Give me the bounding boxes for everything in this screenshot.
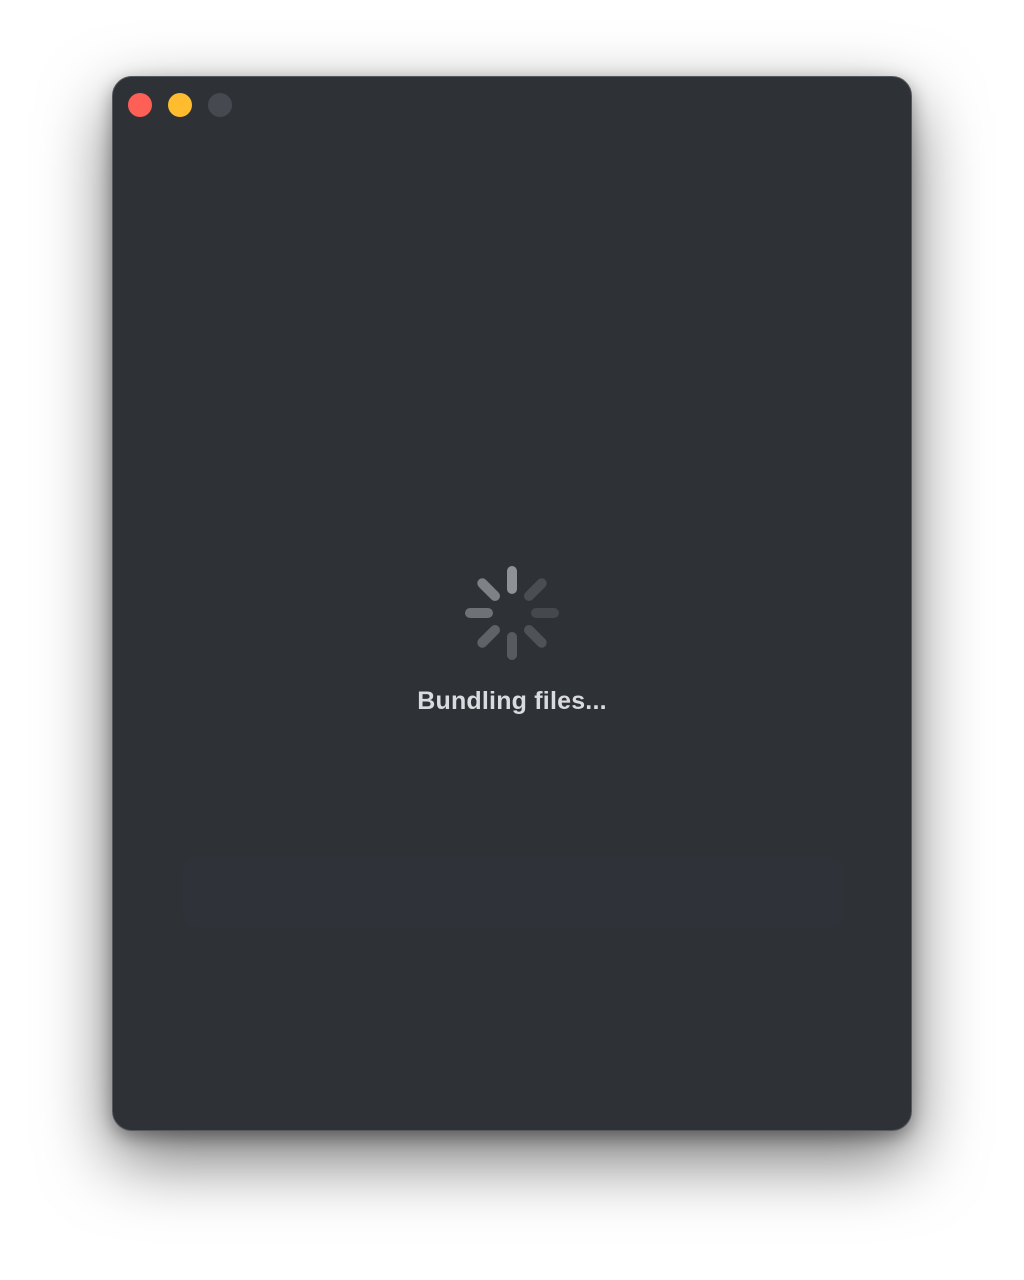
traffic-lights (128, 93, 232, 117)
background-panel (183, 857, 843, 927)
loading-status-text: Bundling files... (417, 687, 607, 715)
minimize-window-button[interactable] (168, 93, 192, 117)
spinner-spoke (477, 578, 500, 601)
spinner-spoke (477, 625, 500, 648)
spinner-spoke (524, 578, 547, 601)
close-window-button[interactable] (128, 93, 152, 117)
app-window: Bundling files... (112, 76, 912, 1131)
loading-indicator: Bundling files... (113, 563, 911, 716)
spinner-spoke (524, 625, 547, 648)
zoom-window-button[interactable] (208, 93, 232, 117)
spinner-icon (465, 566, 559, 660)
